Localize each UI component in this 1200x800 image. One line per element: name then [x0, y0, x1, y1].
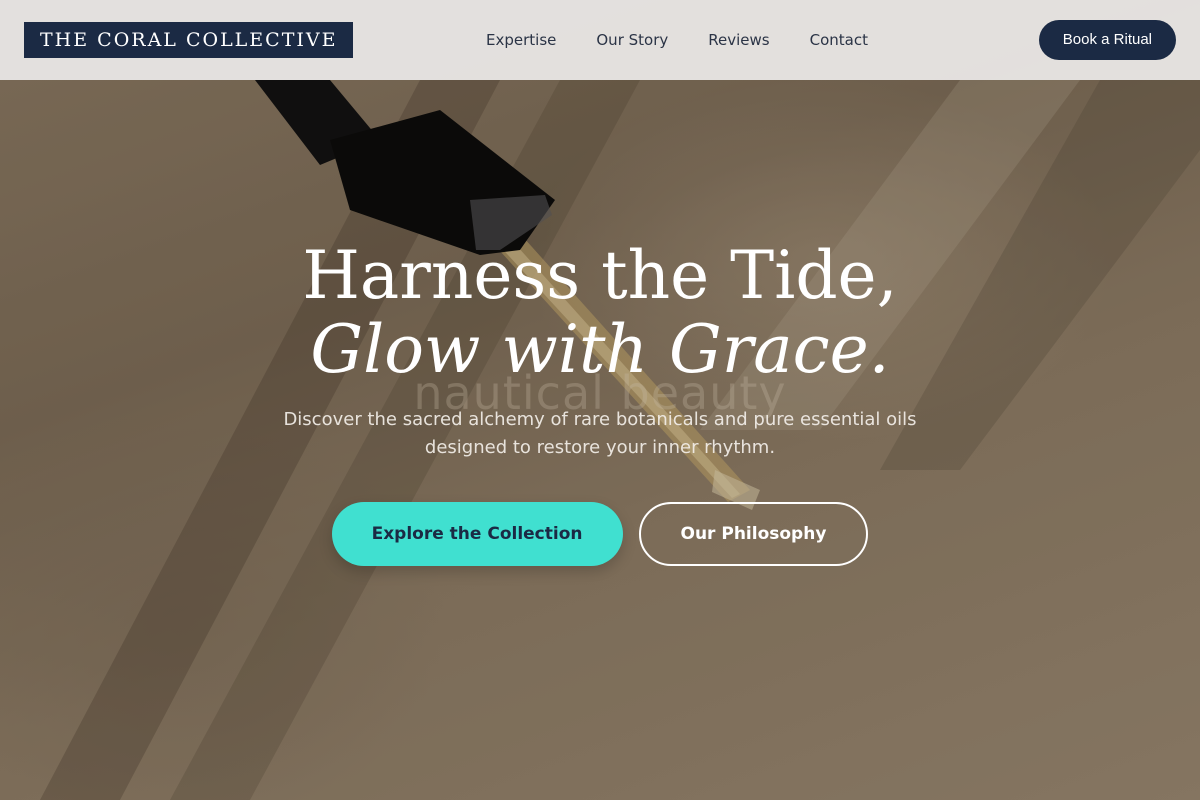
explore-collection-button[interactable]: Explore the Collection	[331, 502, 623, 566]
top-navigation-bar: THE CORAL COLLECTIVE Expertise Our Story…	[0, 0, 1200, 80]
hero-cta-row: Explore the Collection Our Philosophy	[0, 502, 1200, 566]
hero-subtext-line1: Discover the sacred alchemy of rare bota…	[283, 409, 917, 430]
nav-link-reviews[interactable]: Reviews	[708, 31, 769, 49]
nav-links: Expertise Our Story Reviews Contact	[486, 0, 868, 80]
hero-headline-line2: Glow with Grace.	[310, 311, 890, 388]
brand-logo[interactable]: THE CORAL COLLECTIVE	[24, 22, 354, 58]
book-ritual-button[interactable]: Book a Ritual	[1038, 20, 1176, 60]
hero-section: Harness the Tide, Glow with Grace. Disco…	[0, 236, 1200, 566]
nav-link-contact[interactable]: Contact	[810, 31, 868, 49]
nav-link-expertise[interactable]: Expertise	[486, 31, 556, 49]
nav-link-our-story[interactable]: Our Story	[596, 31, 668, 49]
hero-subtext-line2: designed to restore your inner rhythm.	[424, 437, 776, 458]
hero-subtext: Discover the sacred alchemy of rare bota…	[260, 406, 940, 462]
hero-headline-line1: Harness the Tide,	[302, 237, 898, 314]
our-philosophy-button[interactable]: Our Philosophy	[638, 502, 869, 566]
landing-page: nautical beauty THE CORAL COLLECTIVE Exp…	[0, 0, 1200, 800]
